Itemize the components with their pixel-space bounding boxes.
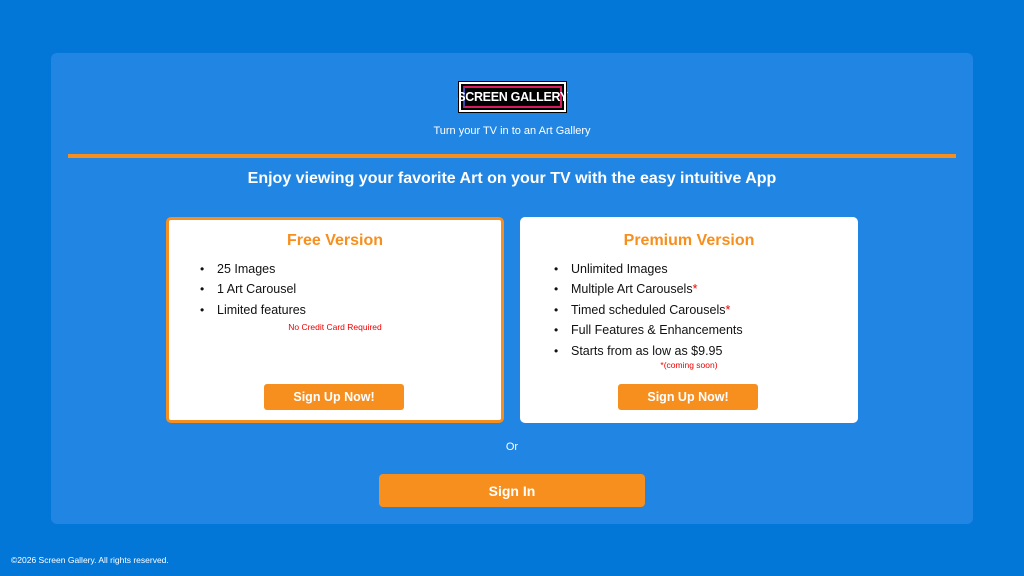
- free-plan-features: 25 Images 1 Art Carousel Limited feature…: [200, 259, 306, 321]
- headline: Enjoy viewing your favorite Art on your …: [247, 170, 777, 187]
- sign-in-button[interactable]: Sign In: [379, 474, 645, 507]
- logo-text: SCREEN GALLERY: [457, 86, 568, 108]
- footer-copyright: ©2026 Screen Gallery. All rights reserve…: [11, 555, 169, 565]
- feature-item: Full Features & Enhancements: [554, 320, 743, 341]
- premium-plan-card: Premium Version Unlimited Images Multipl…: [520, 217, 858, 423]
- main-panel: SCREEN GALLERY Turn your TV in to an Art…: [51, 53, 973, 524]
- feature-item: Limited features: [200, 300, 306, 321]
- no-credit-card-note: No Credit Card Required: [288, 322, 382, 332]
- feature-item: Unlimited Images: [554, 259, 743, 280]
- feature-item: Starts from as low as $9.95: [554, 341, 743, 362]
- tagline: Turn your TV in to an Art Gallery: [433, 125, 591, 137]
- free-plan-card: Free Version 25 Images 1 Art Carousel Li…: [166, 217, 504, 423]
- premium-sign-up-button[interactable]: Sign Up Now!: [618, 384, 758, 410]
- or-separator: Or: [505, 441, 519, 453]
- feature-item: 1 Art Carousel: [200, 279, 306, 300]
- coming-soon-note: *(coming soon): [660, 360, 718, 370]
- divider: [68, 154, 956, 158]
- screen-gallery-logo: SCREEN GALLERY: [457, 81, 568, 113]
- coming-soon-marker: *: [725, 302, 731, 317]
- feature-item: Multiple Art Carousels*: [554, 279, 743, 300]
- free-plan-title: Free Version: [286, 232, 384, 249]
- feature-item: Timed scheduled Carousels*: [554, 300, 743, 321]
- premium-plan-features: Unlimited Images Multiple Art Carousels*…: [554, 259, 743, 361]
- premium-plan-title: Premium Version: [623, 232, 755, 249]
- coming-soon-marker: *: [692, 282, 698, 297]
- feature-item: 25 Images: [200, 259, 306, 280]
- free-sign-up-button[interactable]: Sign Up Now!: [264, 384, 404, 410]
